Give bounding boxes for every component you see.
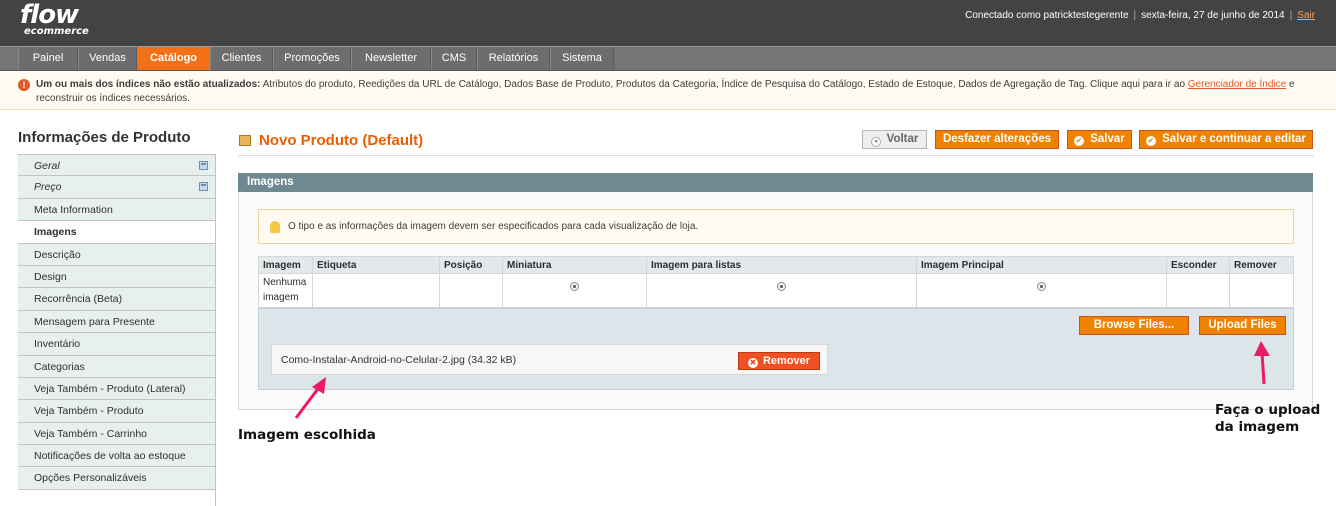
product-box-icon <box>239 135 251 146</box>
notice-body: Atributos do produto, Reedições da URL d… <box>260 79 1188 90</box>
sidebar-item-veja-lateral[interactable]: Veja Também - Produto (Lateral) <box>18 377 215 401</box>
nav-catalogo[interactable]: Catálogo <box>137 47 210 70</box>
images-table-header: Imagem Etiqueta Posição Miniatura Imagem… <box>258 256 1294 274</box>
check-icon: ✔ <box>1146 136 1157 146</box>
notice-text: Um ou mais dos índices não estão atualiz… <box>36 78 1326 106</box>
images-section-header: Imagens <box>238 173 1313 192</box>
back-button[interactable]: ◂ Voltar <box>862 130 927 149</box>
nav-newsletter[interactable]: Newsletter <box>351 47 431 70</box>
remove-file-label: Remover <box>762 355 811 367</box>
floppy-icon <box>199 161 208 170</box>
col-etiqueta: Etiqueta <box>312 256 440 274</box>
sidebar-item-veja-produto[interactable]: Veja Também - Produto <box>18 400 215 423</box>
close-icon: ✖ <box>747 358 758 368</box>
arrow-left-icon: ◂ <box>870 137 881 147</box>
save-continue-label: Salvar e continuar a editar <box>1162 133 1306 145</box>
top-header: flow ecommerce Conectado como patricktes… <box>0 0 1336 46</box>
sidebar-item-preco[interactable]: Preço <box>18 176 215 199</box>
col-posicao: Posição <box>439 256 503 274</box>
header-user-info: Conectado como patricktestegerente | sexta… <box>965 10 1315 21</box>
warning-icon: ! <box>18 79 30 91</box>
base-image-radio[interactable] <box>1037 282 1046 291</box>
sidebar-item-notificacoes[interactable]: Notificações de volta ao estoque <box>18 445 215 468</box>
hide-cell <box>1166 273 1230 308</box>
remove-cell <box>1229 273 1294 308</box>
col-imagem-listas: Imagem para listas <box>646 256 917 274</box>
sidebar-item-label: Preço <box>34 181 62 194</box>
sidebar-item-geral[interactable]: Geral <box>18 154 215 177</box>
label-cell <box>312 273 440 308</box>
small-image-radio[interactable] <box>777 282 786 291</box>
sidebar-item-mensagem[interactable]: Mensagem para Presente <box>18 310 215 334</box>
back-button-label: Voltar <box>886 133 919 145</box>
check-icon: ✔ <box>1074 136 1085 146</box>
position-cell <box>439 273 503 308</box>
remove-file-button[interactable]: ✖ Remover <box>738 352 820 370</box>
sidebar-item-descricao[interactable]: Descrição <box>18 243 215 266</box>
col-miniatura: Miniatura <box>502 256 647 274</box>
sidebar-item-imagens[interactable]: Imagens <box>18 221 215 244</box>
thumbnail-cell <box>502 273 647 308</box>
selected-file-name: Como-Instalar-Android-no-Celular-2.jpg (… <box>281 354 517 366</box>
col-esconder: Esconder <box>1166 256 1230 274</box>
annotation-chosen-image: Imagem escolhida <box>238 427 376 443</box>
main-nav: Painel Vendas Catálogo Clientes Promoçõe… <box>0 46 1336 71</box>
sidebar-item-categorias[interactable]: Categorias <box>18 355 215 378</box>
annotation-upload-line2: da imagem <box>1215 419 1300 435</box>
sidebar-item-recorrencia[interactable]: Recorrência (Beta) <box>18 288 215 311</box>
index-notice: ! Um ou mais dos índices não estão atual… <box>0 72 1336 110</box>
sidebar-item-veja-carrinho[interactable]: Veja Também - Carrinho <box>18 422 215 446</box>
col-remover: Remover <box>1229 256 1294 274</box>
logo-subtext: ecommerce <box>24 26 89 37</box>
browse-files-button[interactable]: Browse Files... <box>1079 316 1189 335</box>
save-continue-button[interactable]: ✔ Salvar e continuar a editar <box>1139 130 1313 149</box>
logout-link[interactable]: Sair <box>1297 10 1315 21</box>
nav-relatorios[interactable]: Relatórios <box>477 47 550 70</box>
index-manager-link[interactable]: Gerenciador de Índice <box>1188 79 1286 90</box>
sidebar-item-meta[interactable]: Meta Information <box>18 198 215 222</box>
floppy-icon <box>199 182 208 192</box>
date-text: sexta-feira, 27 de junho de 2014 <box>1141 10 1285 21</box>
annotation-upload-line1: Faça o upload <box>1215 402 1321 418</box>
sidebar-item-design[interactable]: Design <box>18 265 215 289</box>
image-info-text: O tipo e as informações da imagem devem … <box>288 221 699 232</box>
nav-promocoes[interactable]: Promoções <box>273 47 351 70</box>
thumbnail-radio[interactable] <box>570 282 579 291</box>
col-imagem-principal: Imagem Principal <box>916 256 1167 274</box>
logo-text: flow <box>20 0 79 30</box>
logo[interactable]: flow ecommerce <box>20 0 89 37</box>
reset-button[interactable]: Desfazer alterações <box>935 130 1059 149</box>
small-image-cell <box>646 273 917 308</box>
col-imagem: Imagem <box>258 256 313 274</box>
save-button-label: Salvar <box>1090 133 1125 145</box>
sidebar-item-inventario[interactable]: Inventário <box>18 333 215 356</box>
sidebar-item-opcoes[interactable]: Opções Personalizáveis <box>18 467 215 490</box>
page-title: Novo Produto (Default) <box>259 132 424 149</box>
nav-sistema[interactable]: Sistema <box>550 47 614 70</box>
logged-in-text: Conectado como patricktestegerente <box>965 10 1129 21</box>
base-image-cell <box>916 273 1167 308</box>
save-button[interactable]: ✔ Salvar <box>1067 130 1132 149</box>
nav-clientes[interactable]: Clientes <box>210 47 273 70</box>
nav-vendas[interactable]: Vendas <box>78 47 137 70</box>
notice-bold: Um ou mais dos índices não estão atualiz… <box>36 79 261 90</box>
upload-files-button[interactable]: Upload Files <box>1199 316 1286 335</box>
sidebar-title: Informações de Produto <box>18 129 191 146</box>
sidebar-item-label: Geral <box>34 160 60 172</box>
image-info-box: O tipo e as informações da imagem devem … <box>258 209 1294 244</box>
sidebar-tabs: Geral Preço Meta Information Imagens Des… <box>18 154 216 506</box>
nav-painel[interactable]: Painel <box>18 47 78 70</box>
table-row: Nenhuma imagem <box>258 273 1294 308</box>
no-image-cell: Nenhuma imagem <box>258 273 313 308</box>
images-table: Imagem Etiqueta Posição Miniatura Imagem… <box>258 256 1294 308</box>
nav-cms[interactable]: CMS <box>431 47 477 70</box>
lightbulb-icon <box>270 221 280 233</box>
